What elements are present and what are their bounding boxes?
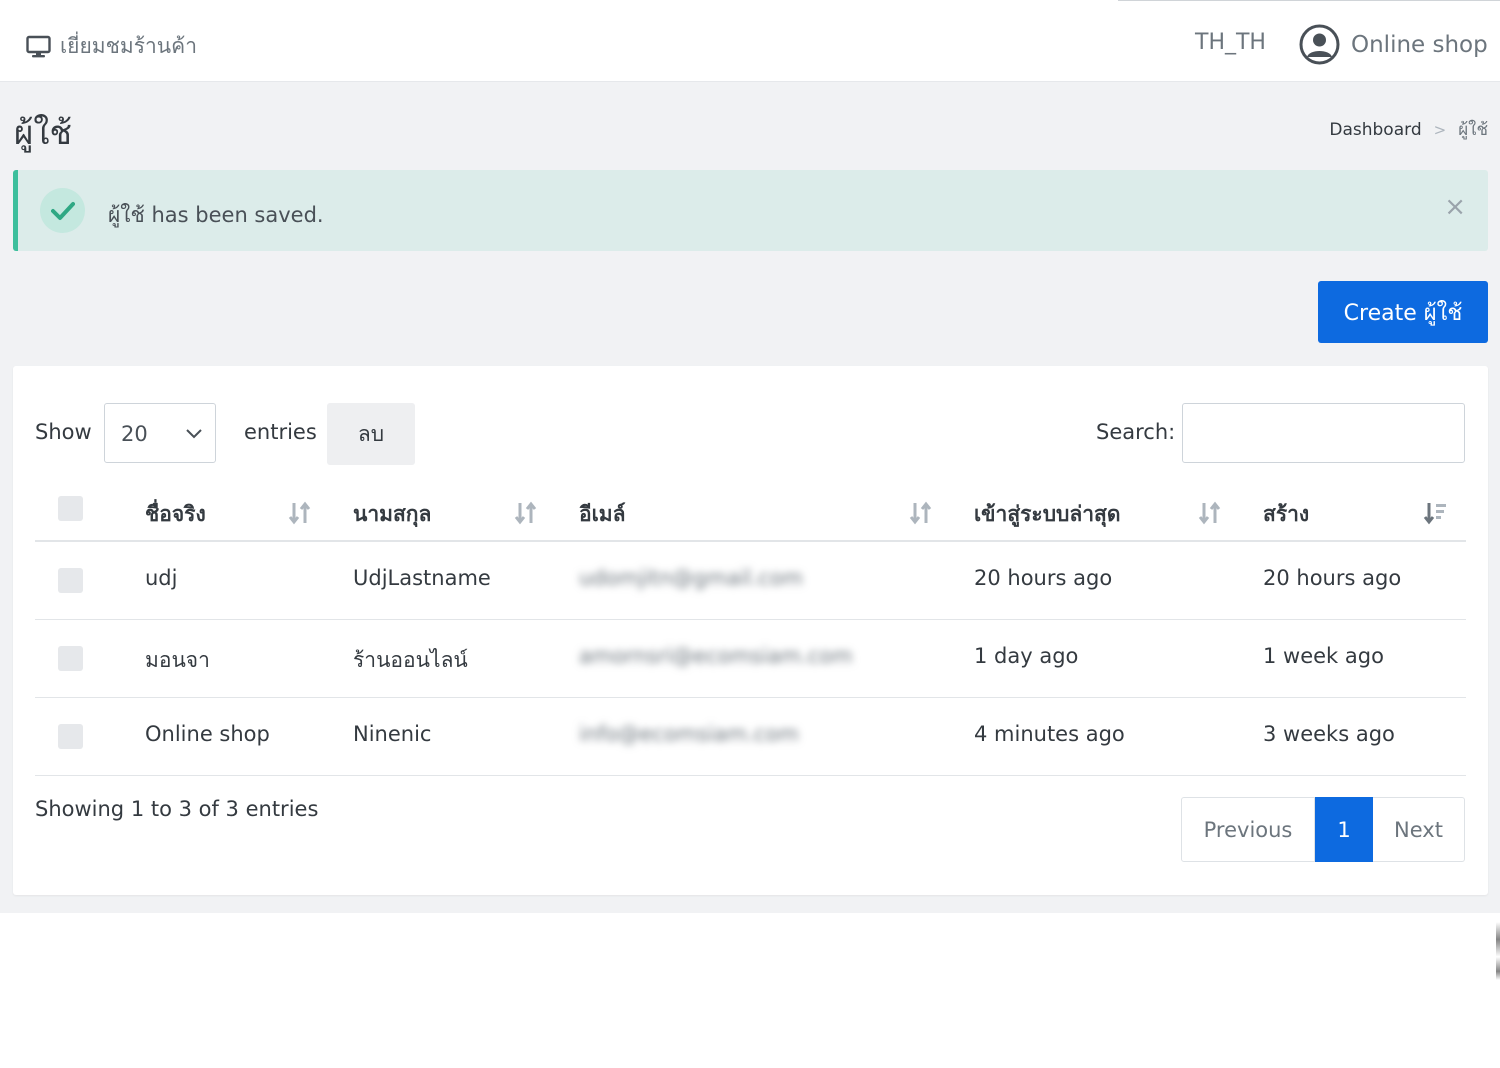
visit-store-link[interactable]: เยี่ยมชมร้านค้า	[26, 30, 197, 63]
user-menu[interactable]: Online shop	[1299, 24, 1488, 65]
delete-button[interactable]: ลบ	[327, 403, 415, 465]
table-info: Showing 1 to 3 of 3 entries	[35, 797, 319, 821]
breadcrumb-separator: >	[1433, 120, 1447, 139]
user-name: Online shop	[1351, 31, 1488, 58]
cell-created: 1 week ago	[1263, 644, 1384, 668]
cell-first-name: udj	[145, 566, 178, 590]
select-all-checkbox[interactable]	[58, 496, 83, 521]
column-header-last-login[interactable]: เข้าสู่ระบบล่าสุด	[974, 498, 1120, 531]
visit-store-label: เยี่ยมชมร้านค้า	[60, 34, 197, 58]
show-label: Show	[35, 420, 92, 444]
content-area: ผู้ใช้ Dashboard > ผู้ใช้ ผู้ใช้ has bee…	[0, 82, 1500, 913]
chevron-down-icon	[186, 429, 202, 439]
table-row: มอนจา ร้านออนไลน์ amornsri@ecomsiam.com …	[35, 620, 1466, 698]
entries-length-value: 20	[121, 422, 148, 446]
table-header: ชื่อจริง นามสกุล อีเมล์ เข้าสู่ระบบล่าสุ…	[35, 474, 1466, 542]
previous-page-button[interactable]: Previous	[1181, 797, 1315, 862]
next-page-button[interactable]: Next	[1373, 797, 1465, 862]
sort-icon[interactable]	[1198, 500, 1222, 526]
top-navbar: เยี่ยมชมร้านค้า TH_TH Online shop	[0, 0, 1500, 82]
entries-length-select[interactable]: 20	[104, 403, 216, 463]
scrollbar-fragment	[1496, 922, 1500, 980]
page-1-button[interactable]: 1	[1315, 797, 1373, 862]
column-header-last-name[interactable]: นามสกุล	[353, 498, 431, 531]
cell-last-login: 4 minutes ago	[974, 722, 1125, 746]
alert-message: ผู้ใช้ has been saved.	[108, 203, 324, 227]
page-title: ผู้ใช้	[14, 113, 72, 152]
cell-created: 20 hours ago	[1263, 566, 1402, 590]
cell-last-name: Ninenic	[353, 722, 432, 746]
cell-created: 3 weeks ago	[1263, 722, 1395, 746]
cell-last-name: UdjLastname	[353, 566, 491, 590]
users-table-card: Show 20 entries ลบ Search: ชื่อจริง นามส…	[13, 366, 1488, 895]
search-input[interactable]	[1182, 403, 1465, 463]
sort-icon[interactable]	[514, 500, 538, 526]
table-row: udj UdjLastname udomjitn@gmail.com 20 ho…	[35, 542, 1466, 620]
table-row: Online shop Ninenic info@ecomsiam.com 4 …	[35, 698, 1466, 776]
cell-last-login: 1 day ago	[974, 644, 1079, 668]
row-checkbox[interactable]	[58, 724, 83, 749]
row-checkbox[interactable]	[58, 646, 83, 671]
search-label: Search:	[1096, 420, 1176, 444]
sort-icon[interactable]	[288, 500, 312, 526]
success-alert: ผู้ใช้ has been saved. ×	[13, 170, 1488, 251]
breadcrumb-current: ผู้ใช้	[1458, 120, 1488, 140]
sort-desc-icon[interactable]	[1423, 500, 1447, 526]
cell-email: amornsri@ecomsiam.com	[579, 644, 853, 668]
close-icon[interactable]: ×	[1444, 194, 1466, 220]
create-user-button[interactable]: Create ผู้ใช้	[1318, 281, 1488, 343]
cell-first-name: มอนจา	[145, 648, 210, 672]
language-selector[interactable]: TH_TH	[1195, 30, 1266, 55]
column-header-first-name[interactable]: ชื่อจริง	[145, 498, 206, 531]
check-icon	[40, 188, 85, 233]
column-header-email[interactable]: อีเมล์	[579, 498, 626, 531]
cell-last-name: ร้านออนไลน์	[353, 648, 468, 672]
cell-email: udomjitn@gmail.com	[579, 566, 804, 590]
breadcrumb: Dashboard > ผู้ใช้	[1329, 116, 1488, 143]
breadcrumb-dashboard-link[interactable]: Dashboard	[1329, 120, 1421, 140]
monitor-icon	[26, 35, 51, 57]
column-header-created[interactable]: สร้าง	[1263, 498, 1309, 531]
sort-icon[interactable]	[909, 500, 933, 526]
entries-label: entries	[244, 420, 317, 444]
row-checkbox[interactable]	[58, 568, 83, 593]
cell-email: info@ecomsiam.com	[579, 722, 799, 746]
pagination: Previous 1 Next	[1181, 797, 1465, 862]
cell-last-login: 20 hours ago	[974, 566, 1113, 590]
user-avatar-icon	[1299, 24, 1340, 65]
cell-first-name: Online shop	[145, 722, 270, 746]
top-edge-line	[1118, 0, 1500, 6]
